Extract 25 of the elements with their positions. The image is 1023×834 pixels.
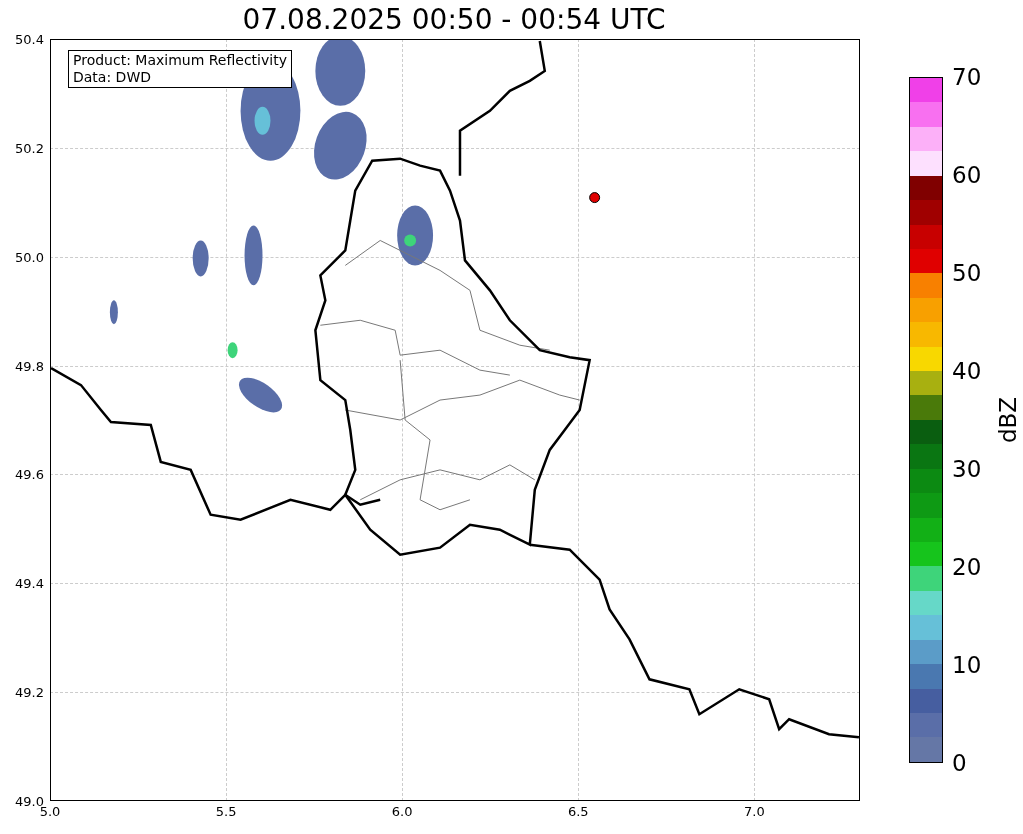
x-tick-label: 6.0	[391, 805, 413, 818]
y-tick-label: 50.0	[15, 250, 44, 264]
colorbar-tick-label: 10	[952, 653, 982, 677]
y-tick-label: 50.4	[15, 32, 44, 46]
y-tick-label: 49.6	[15, 467, 44, 481]
colorbar-tick-label: 50	[952, 261, 982, 285]
x-tick-label: 5.5	[215, 805, 237, 818]
colorbar-tick-label: 70	[952, 65, 982, 89]
legend-text: Data: DWD	[73, 69, 152, 86]
y-tick-label: 49.0	[15, 794, 44, 808]
colorbar-tick-label: 40	[952, 359, 982, 383]
colorbar-tick-label: 30	[952, 457, 982, 481]
y-tick-label: 50.2	[15, 141, 44, 155]
colorbar-tick-label: 0	[952, 751, 967, 775]
colorbar-tick-label: 20	[952, 555, 982, 579]
y-tick-label: 49.4	[15, 576, 44, 590]
x-tick-label: 6.5	[567, 805, 589, 818]
chart-title: 07.08.2025 00:50 - 00:54 UTC	[242, 5, 666, 34]
y-tick-label: 49.2	[15, 685, 44, 699]
x-tick-label: 5.0	[39, 805, 61, 818]
x-tick-label: 7.0	[744, 805, 765, 818]
legend-text: Product: Maximum Reflectivity	[73, 52, 287, 69]
y-tick-label: 49.8	[15, 359, 44, 373]
colorbar-label: dBZ	[996, 396, 1020, 444]
colorbar-tick-label: 60	[952, 163, 982, 187]
